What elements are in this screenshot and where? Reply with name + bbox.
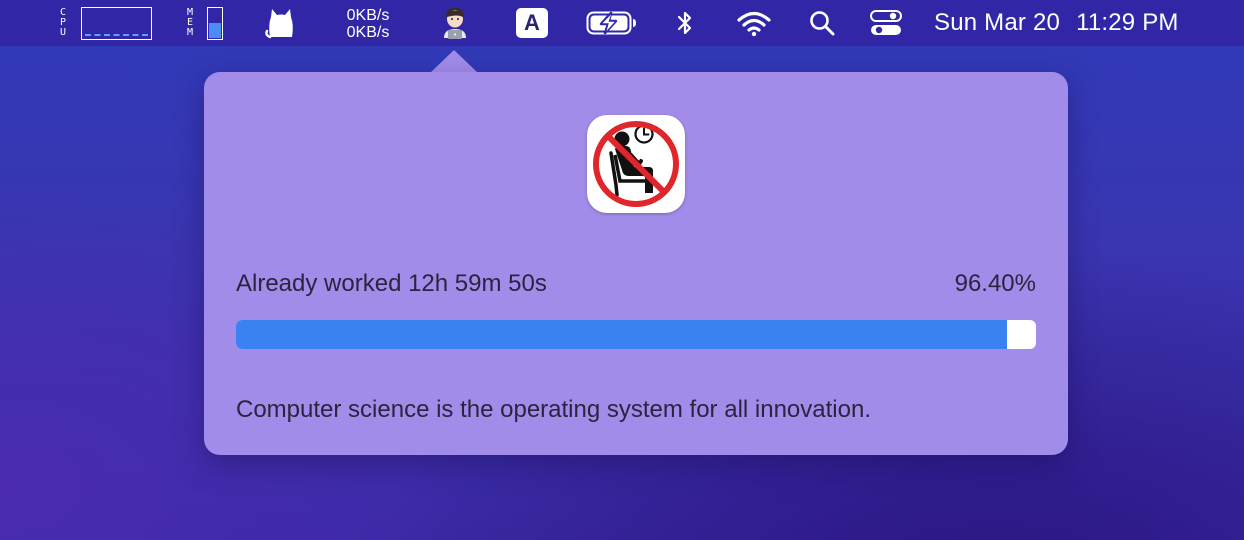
memory-bar[interactable] <box>207 7 223 40</box>
motivational-quote: Computer science is the operating system… <box>236 396 871 423</box>
wifi-icon[interactable] <box>736 0 772 46</box>
upload-speed: 0KB/s <box>346 7 390 24</box>
status-row: Already worked 12h 59m 50s 96.40% <box>236 270 1036 300</box>
memory-monitor[interactable]: M E M <box>185 0 195 46</box>
search-icon[interactable] <box>808 0 836 46</box>
cpu-label: C P U <box>59 7 67 38</box>
app-icon <box>587 115 685 213</box>
cpu-graph[interactable] <box>81 7 152 40</box>
clock-time: 11:29 PM <box>1076 9 1179 36</box>
progress-fill <box>236 320 1008 349</box>
cat-icon[interactable] <box>264 0 298 46</box>
battery-charging-icon[interactable] <box>586 0 638 46</box>
cpu-monitor[interactable]: C P U <box>58 0 68 46</box>
network-speed[interactable]: 0KB/s 0KB/s <box>340 7 396 41</box>
download-speed: 0KB/s <box>346 24 390 41</box>
popover-arrow <box>430 50 478 73</box>
worker-icon[interactable] <box>440 0 470 46</box>
progress-percent-label: 96.40% <box>954 270 1036 297</box>
work-timer-popover: Already worked 12h 59m 50s 96.40% Comput… <box>204 72 1068 455</box>
menu-bar: C P U M E M 0KB/s 0KB/s A Sun Mar 20 11:… <box>0 0 1244 46</box>
control-center-icon[interactable] <box>869 0 903 46</box>
menu-bar-clock[interactable]: Sun Mar 20 11:29 PM <box>934 0 1179 46</box>
clock-date: Sun Mar 20 <box>934 9 1061 36</box>
worked-duration-label: Already worked 12h 59m 50s <box>236 270 547 297</box>
input-source-icon[interactable]: A <box>516 8 548 38</box>
work-progress-bar <box>236 320 1036 349</box>
bluetooth-icon[interactable] <box>675 0 695 46</box>
mem-label: M E M <box>186 7 194 38</box>
